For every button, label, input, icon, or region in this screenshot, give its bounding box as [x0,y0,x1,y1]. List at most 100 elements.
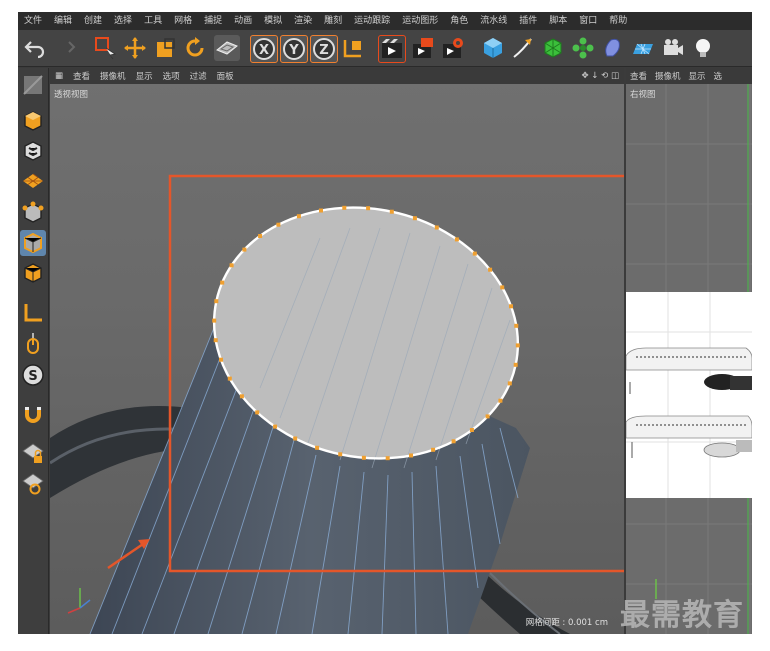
menu-mesh[interactable]: 网格 [168,12,198,30]
edges-mode-icon[interactable] [20,230,46,256]
lock-workplane-icon[interactable] [20,440,46,466]
y-axis-icon[interactable]: Y [280,35,308,63]
model-mode-icon[interactable] [20,108,46,134]
viewport-menu-display[interactable]: 显示 [131,70,158,82]
viewport-menu-panel[interactable]: 面板 [212,70,239,82]
menu-simulate[interactable]: 模拟 [258,12,288,30]
menu-snap[interactable]: 捕捉 [198,12,228,30]
grid-icon[interactable] [20,470,46,496]
menu-pipeline[interactable]: 流水线 [474,12,513,30]
viewport-grid-icon[interactable]: ▦ [50,71,68,81]
coordinate-system-icon[interactable] [340,35,366,61]
array-icon[interactable] [570,35,596,61]
edge-point[interactable] [255,410,260,415]
edge-point[interactable] [366,206,371,211]
magnet-icon[interactable] [20,402,46,428]
menu-select[interactable]: 选择 [108,12,138,30]
edge-point[interactable] [488,267,493,272]
right-view-menu-display[interactable]: 显示 [685,70,710,82]
menu-animate[interactable]: 动画 [228,12,258,30]
edge-point[interactable] [276,222,281,227]
render-picture-viewer-icon[interactable] [410,35,436,61]
edge-point[interactable] [273,424,278,429]
edge-point[interactable] [500,285,505,290]
z-axis-icon[interactable]: Z [310,35,338,63]
workplane-icon[interactable] [20,168,46,194]
menu-edit[interactable]: 编辑 [48,12,78,30]
subdivision-icon[interactable] [540,35,566,61]
menu-help[interactable]: 帮助 [603,12,633,30]
edge-point[interactable] [229,263,234,268]
polygons-mode-icon[interactable] [20,260,46,286]
menu-character[interactable]: 角色 [444,12,474,30]
edge-point[interactable] [451,439,456,444]
menu-motion-tracking[interactable]: 运动跟踪 [348,12,396,30]
perspective-viewport[interactable]: ▦ 查看 摄像机 显示 选项 过滤 面板 ✥ ↓ ⟲ ◫ 透视视图 网格间距 :… [50,68,624,634]
scale-icon[interactable] [152,35,178,61]
texture-mode-icon[interactable] [20,138,46,164]
make-editable-icon[interactable] [20,72,46,98]
snap-icon[interactable]: S [20,362,46,388]
viewport-menu-view[interactable]: 查看 [68,70,95,82]
edge-point[interactable] [514,323,519,328]
edge-point[interactable] [509,304,513,309]
edge-point[interactable] [296,214,301,219]
edge-point[interactable] [293,436,298,441]
rotate-icon[interactable] [182,35,208,61]
edge-point[interactable] [434,225,439,230]
menu-file[interactable]: 文件 [18,12,48,30]
undo-icon[interactable] [22,35,48,61]
menu-mograph[interactable]: 运动图形 [396,12,444,30]
edge-point[interactable] [454,237,459,242]
light-icon[interactable] [690,35,716,61]
menu-plugins[interactable]: 插件 [513,12,543,30]
viewport-menu-options[interactable]: 选项 [158,70,185,82]
edge-point[interactable] [513,362,518,367]
edge-point[interactable] [515,343,520,348]
menu-create[interactable]: 创建 [78,12,108,30]
points-mode-icon[interactable] [20,200,46,226]
pen-spline-icon[interactable] [510,35,536,61]
edge-point[interactable] [431,447,436,452]
deformer-icon[interactable] [600,35,626,61]
right-view-menu-view[interactable]: 查看 [626,70,651,82]
x-axis-icon[interactable]: X [250,35,278,63]
edge-point[interactable] [469,428,474,432]
edge-point[interactable] [212,318,217,323]
floor-icon[interactable] [630,35,656,61]
edge-point[interactable] [389,209,394,214]
edge-point[interactable] [409,453,413,458]
edge-point[interactable] [242,247,247,252]
menu-render[interactable]: 渲染 [288,12,318,30]
menu-tools[interactable]: 工具 [138,12,168,30]
edge-point[interactable] [361,455,366,460]
edge-point[interactable] [472,251,477,256]
axis-mode-icon[interactable] [20,300,46,326]
edge-point[interactable] [219,357,223,362]
menu-sculpt[interactable]: 雕刻 [318,12,348,30]
viewport-navigation-icons[interactable]: ✥ ↓ ⟲ ◫ [576,71,624,81]
edge-point[interactable] [338,452,343,457]
right-viewport[interactable]: 查看 摄像机 显示 选 右视图 [626,68,752,634]
viewport-menu-camera[interactable]: 摄像机 [95,70,131,82]
edge-point[interactable] [315,445,320,450]
render-view-icon[interactable] [378,35,406,63]
edge-point[interactable] [213,338,218,343]
edge-point[interactable] [498,398,503,403]
edge-point[interactable] [507,381,512,386]
edge-point[interactable] [220,280,225,285]
edge-point[interactable] [258,234,263,238]
viewport-menu-filter[interactable]: 过滤 [185,70,212,82]
edge-point[interactable] [319,208,323,213]
tweak-icon[interactable] [20,330,46,356]
edge-point[interactable] [214,299,219,304]
live-selection-icon[interactable] [92,35,118,61]
camera-icon[interactable] [660,35,686,61]
edge-point[interactable] [342,205,347,210]
edge-point[interactable] [485,414,490,419]
menu-window[interactable]: 窗口 [573,12,603,30]
edge-point[interactable] [412,216,417,221]
move-icon[interactable] [122,35,148,61]
menu-script[interactable]: 脚本 [543,12,573,30]
edge-point[interactable] [227,376,232,381]
